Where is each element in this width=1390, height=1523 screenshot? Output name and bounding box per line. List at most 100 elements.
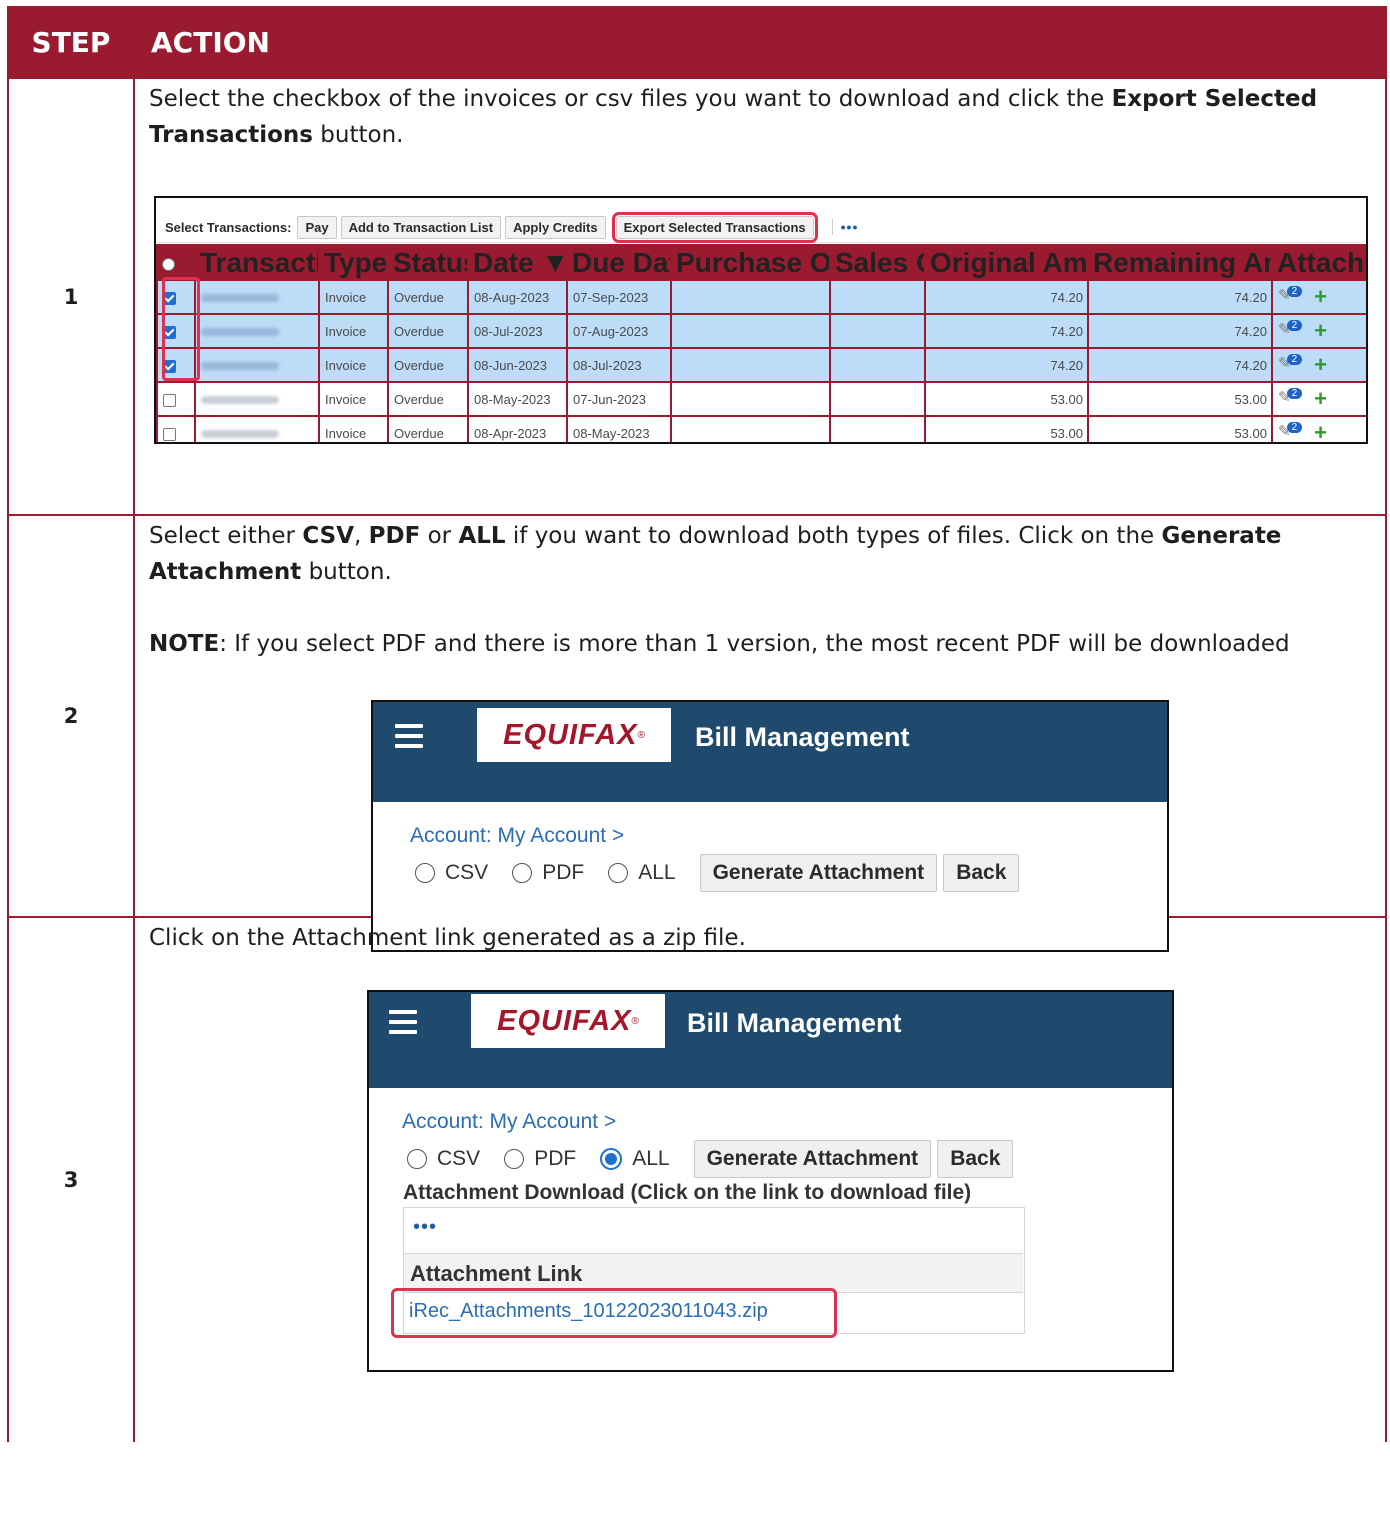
pdf-radio[interactable] — [512, 863, 533, 883]
step-number: 2 — [7, 514, 135, 918]
remaining-amount-cell: 74.20 — [1087, 279, 1273, 315]
attachments-cell: ✎2 + — [1271, 347, 1366, 383]
generate-attachment-button[interactable]: Generate Attachment — [693, 1140, 932, 1178]
page-title: Bill Management — [695, 722, 910, 752]
col-due-date[interactable]: Due Date △ — [566, 244, 672, 281]
instruction-bold: CSV — [302, 523, 354, 549]
note-label: NOTE — [149, 631, 220, 657]
instruction-text: Click on the Attachment link generated a… — [149, 925, 746, 951]
step-number: 1 — [7, 77, 135, 516]
table-row[interactable]: Invoice Overdue 08-Jun-2023 08-Jul-2023 … — [156, 347, 1366, 383]
transaction-number-redacted[interactable] — [194, 313, 320, 349]
generate-attachment-button[interactable]: Generate Attachment — [699, 854, 938, 892]
date-cell: 08-May-2023 — [467, 381, 568, 417]
add-attachment-icon[interactable]: + — [1314, 352, 1327, 377]
step-row-1: 1 Select the checkbox of the invoices or… — [7, 77, 1387, 516]
select-all-checkbox[interactable] — [156, 244, 196, 281]
step-number: 3 — [7, 916, 135, 1442]
bill-management-header: EQUIFAX ® Bill Management — [369, 992, 1172, 1088]
col-original-amount[interactable]: Original Amount △ — [924, 244, 1089, 281]
col-status[interactable]: Status △ — [387, 244, 469, 281]
table-header-row: STEP ACTION — [7, 6, 1387, 79]
original-amount-cell: 74.20 — [924, 313, 1089, 349]
col-transaction[interactable]: Transaction △ — [194, 244, 320, 281]
type-cell: Invoice — [318, 313, 389, 349]
table-row[interactable]: Invoice Overdue 08-Aug-2023 07-Sep-2023 … — [156, 279, 1366, 315]
add-attachment-icon[interactable]: + — [1314, 386, 1327, 411]
type-cell: Invoice — [318, 415, 389, 442]
breadcrumb[interactable]: Account: My Account > — [410, 824, 624, 848]
attachment-count-badge: 2 — [1286, 354, 1303, 366]
transaction-number-redacted[interactable] — [194, 381, 320, 417]
apply-credits-button[interactable]: Apply Credits — [505, 215, 606, 239]
original-amount-cell: 74.20 — [924, 347, 1089, 383]
more-actions-icon[interactable]: ••• — [413, 1216, 437, 1239]
more-actions-icon[interactable]: ••• — [831, 219, 859, 235]
col-date[interactable]: Date ▼ — [467, 244, 568, 281]
row-checkbox[interactable] — [156, 415, 196, 442]
step-instruction: Select the checkbox of the invoices or c… — [149, 81, 1379, 153]
toolbar-label: Select Transactions: — [165, 219, 292, 235]
add-attachment-icon[interactable]: + — [1314, 284, 1327, 309]
add-attachment-icon[interactable]: + — [1314, 318, 1327, 343]
back-button[interactable]: Back — [937, 1140, 1014, 1178]
col-purchase-order[interactable]: Purchase Order △ — [670, 244, 831, 281]
all-label: ALL — [638, 861, 676, 884]
breadcrumb[interactable]: Account: My Account > — [402, 1110, 616, 1134]
col-type[interactable]: Type △ — [318, 244, 389, 281]
date-cell: 08-Apr-2023 — [467, 415, 568, 442]
add-to-transaction-list-button[interactable]: Add to Transaction List — [340, 215, 502, 239]
instruction-text: if you want to download both types of fi… — [505, 523, 1162, 549]
purchase-order-cell — [670, 347, 831, 383]
transaction-number-redacted[interactable] — [194, 415, 320, 442]
sales-order-cell — [829, 313, 926, 349]
type-cell: Invoice — [318, 381, 389, 417]
sales-order-cell — [829, 415, 926, 442]
attachment-count-badge: 2 — [1286, 388, 1303, 400]
attachment-count-badge: 2 — [1286, 286, 1303, 298]
link-highlight — [391, 1288, 837, 1338]
attachment-count-badge: 2 — [1286, 320, 1303, 332]
action-column-header: ACTION — [133, 6, 1387, 79]
hamburger-menu-icon[interactable] — [389, 1010, 417, 1040]
pay-button[interactable]: Pay — [297, 215, 337, 239]
sales-order-cell — [829, 279, 926, 315]
hamburger-menu-icon[interactable] — [395, 724, 423, 754]
pdf-label: PDF — [542, 861, 585, 884]
table-row[interactable]: Invoice Overdue 08-May-2023 07-Jun-2023 … — [156, 381, 1366, 417]
add-attachment-icon[interactable]: + — [1314, 420, 1327, 442]
step-action: Select either CSV, PDF or ALL if you wan… — [133, 514, 1387, 952]
table-row[interactable]: Invoice Overdue 08-Jul-2023 07-Aug-2023 … — [156, 313, 1366, 349]
col-remaining-amount[interactable]: Remaining Amount △ — [1087, 244, 1273, 281]
table-row[interactable]: Invoice Overdue 08-Apr-2023 08-May-2023 … — [156, 415, 1366, 442]
attachment-link-header: Attachment Link — [404, 1253, 1023, 1293]
note-text: : If you select PDF and there is more th… — [219, 631, 1290, 657]
all-radio-selected[interactable] — [600, 1148, 623, 1170]
all-radio[interactable] — [608, 863, 629, 883]
checkbox-highlight — [162, 277, 200, 381]
attachments-cell: ✎2 + — [1271, 415, 1366, 442]
transactions-toolbar: Select Transactions: Pay Add to Transact… — [156, 211, 1366, 243]
purchase-order-cell — [670, 313, 831, 349]
attachment-count-badge: 2 — [1286, 422, 1303, 434]
instruction-text: button. — [301, 559, 392, 585]
csv-radio[interactable] — [415, 863, 435, 883]
export-selected-transactions-button[interactable]: Export Selected Transactions — [611, 211, 818, 243]
csv-radio[interactable] — [407, 1149, 427, 1169]
due-date-cell: 08-Jul-2023 — [566, 347, 672, 383]
transaction-number-redacted[interactable] — [194, 279, 320, 315]
csv-label: CSV — [445, 861, 489, 884]
format-options: CSV PDF ALL Generate Attachment Back — [407, 1140, 1019, 1178]
instruction-text: Select the checkbox of the invoices or c… — [149, 86, 1112, 112]
pdf-radio[interactable] — [504, 1149, 525, 1169]
status-cell: Overdue — [387, 347, 469, 383]
row-checkbox[interactable] — [156, 381, 196, 417]
due-date-cell: 07-Aug-2023 — [566, 313, 672, 349]
all-label: ALL — [632, 1147, 670, 1170]
instruction-text: or — [420, 523, 459, 549]
original-amount-cell: 74.20 — [924, 279, 1089, 315]
step-row-2: 2 Select either CSV, PDF or ALL if you w… — [7, 514, 1387, 952]
remaining-amount-cell: 53.00 — [1087, 415, 1273, 442]
back-button[interactable]: Back — [943, 854, 1020, 892]
transaction-number-redacted[interactable] — [194, 347, 320, 383]
